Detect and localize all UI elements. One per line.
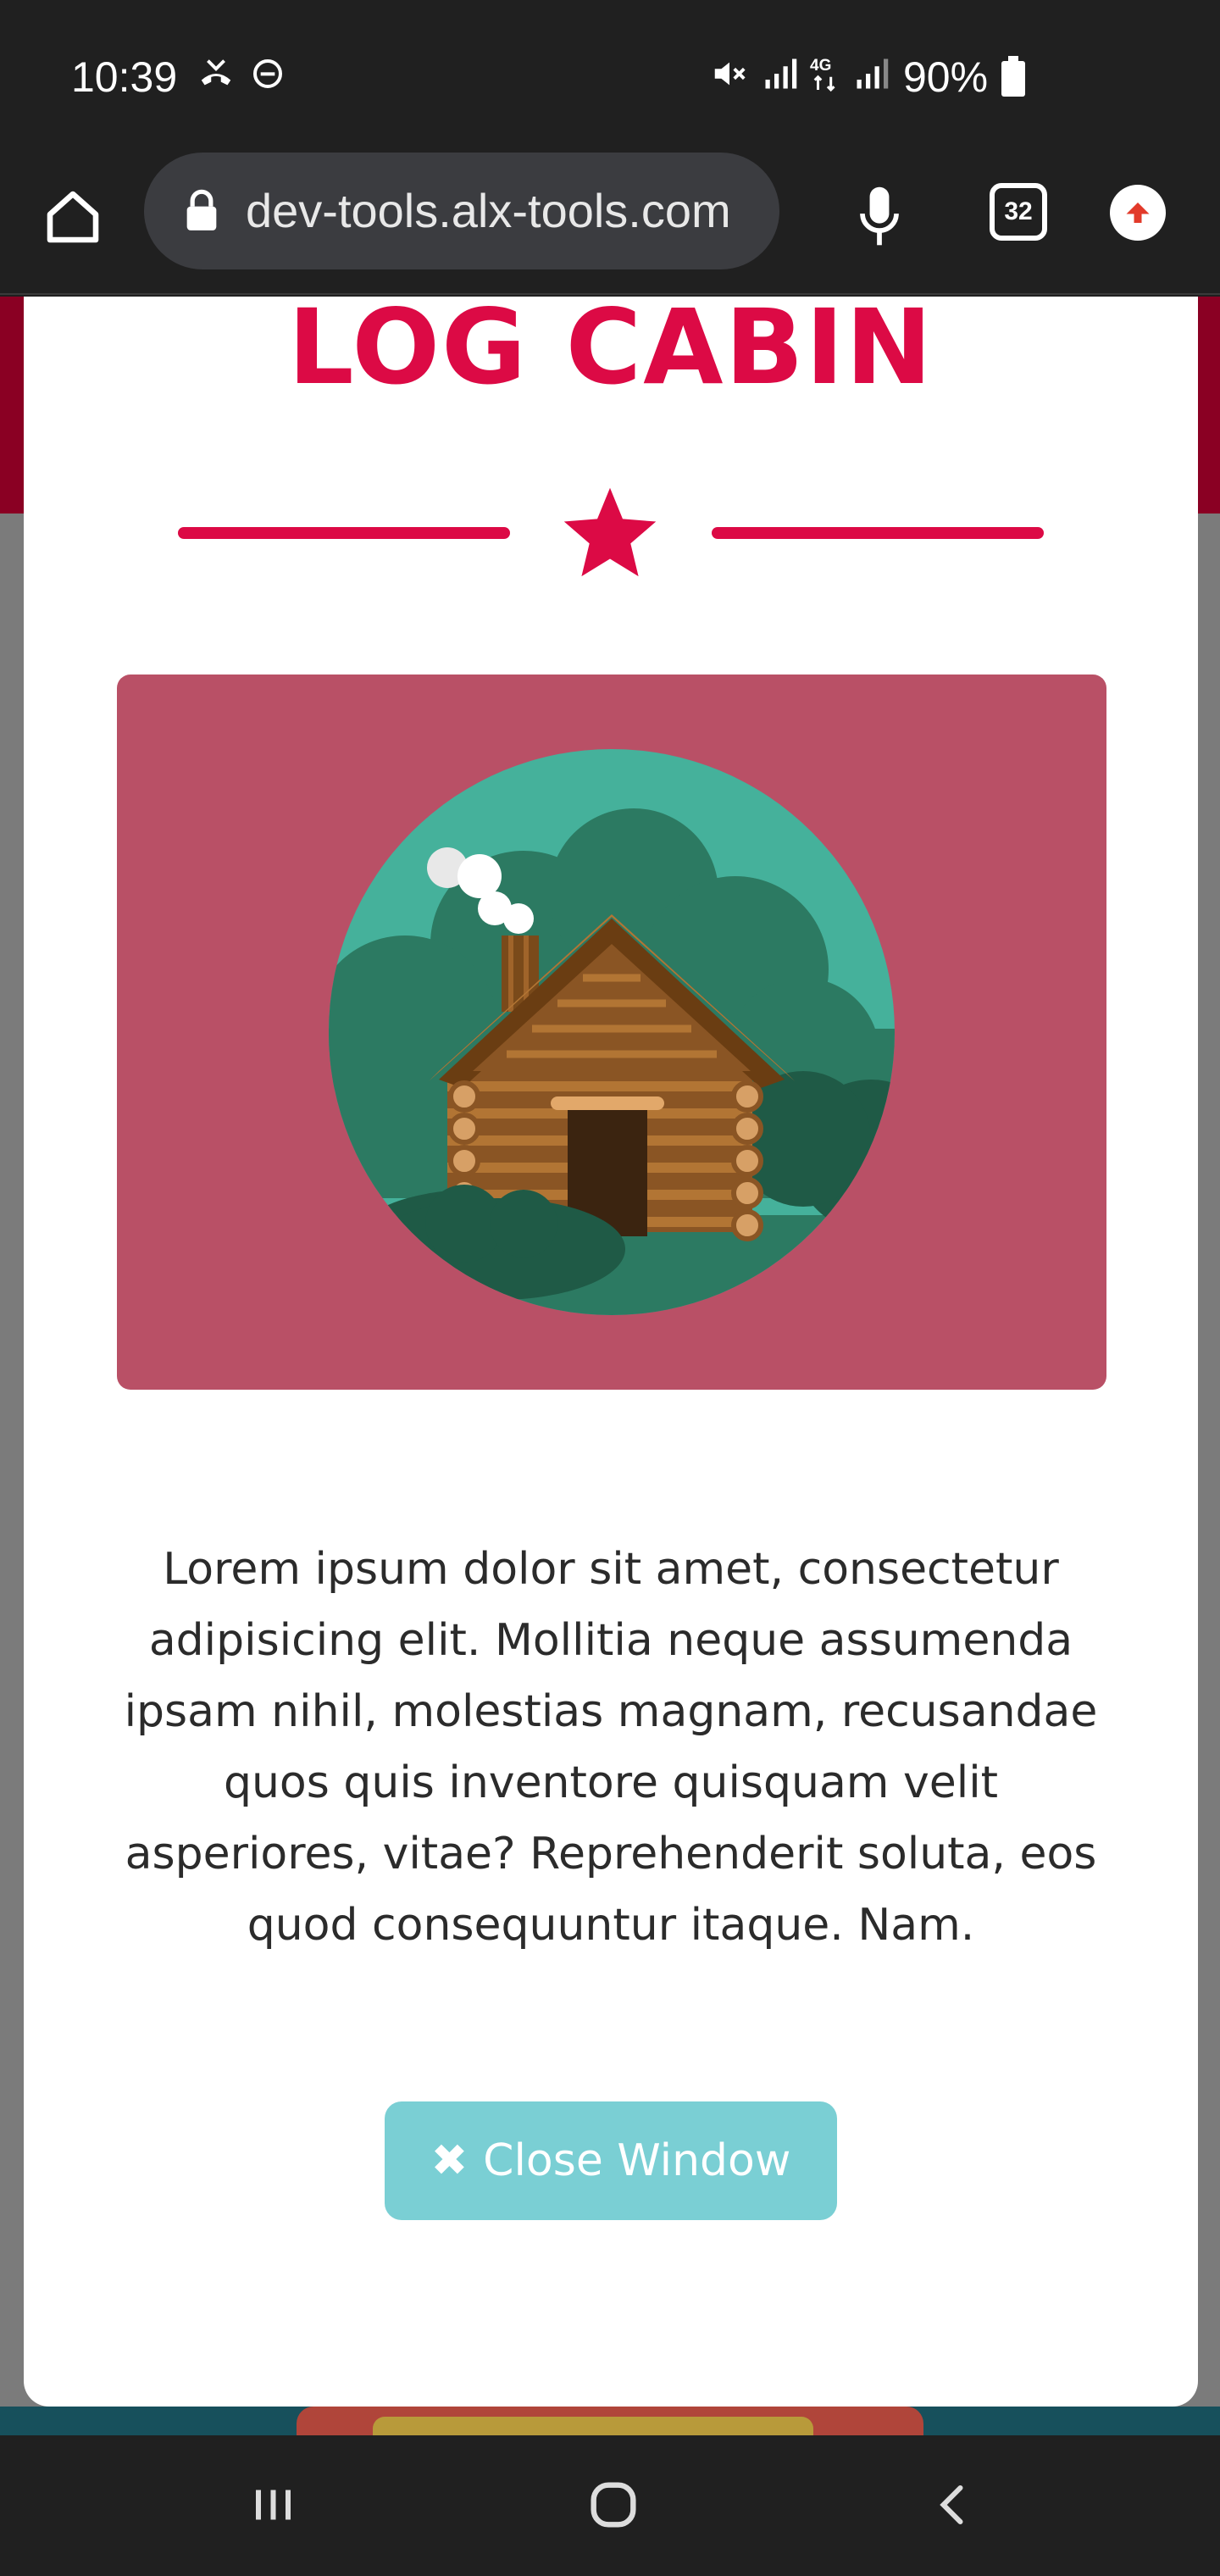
address-bar[interactable]: dev-tools.alx-tools.com <box>144 153 779 269</box>
battery-icon <box>1001 56 1025 97</box>
4g-icon: 4G <box>810 57 835 92</box>
back-button[interactable] <box>920 2471 988 2539</box>
tab-switcher-button[interactable]: 32 <box>990 183 1047 241</box>
voice-search-button[interactable] <box>847 178 912 254</box>
update-button[interactable] <box>1110 185 1166 241</box>
star-icon <box>563 487 657 577</box>
close-window-label: Close Window <box>483 2135 791 2186</box>
home-icon <box>47 191 99 243</box>
home-nav-icon <box>591 2482 636 2528</box>
do-not-disturb-icon <box>253 59 282 88</box>
phone-screen: 10:39 4G 90% dev-tools.alx-tools.com 32 <box>0 0 1220 2576</box>
svg-text:4G: 4G <box>810 57 831 75</box>
mute-icon <box>714 62 746 86</box>
signal-icon <box>765 58 797 89</box>
modal-window: LOG CABIN Lorem ipsum dolor sit amet, co… <box>24 288 1198 2407</box>
modal-title: LOG CABIN <box>287 287 934 408</box>
recent-apps-icon <box>256 2490 291 2520</box>
missed-call-icon <box>201 59 231 86</box>
close-icon: ✖ <box>430 2135 469 2186</box>
lock-icon <box>186 189 217 230</box>
android-navigation-bar <box>0 2435 1220 2576</box>
hero-image <box>117 675 1106 1390</box>
battery-percent: 90% <box>903 53 989 101</box>
status-bar: 10:39 4G 90% <box>0 0 1220 153</box>
url-text: dev-tools.alx-tools.com <box>246 184 731 237</box>
status-icons-right: 4G <box>708 54 890 93</box>
modal-body-text: Lorem ipsum dolor sit amet, consectetur … <box>124 1544 1098 1951</box>
log-cabin-illustration <box>329 749 895 1315</box>
divider-line-right <box>712 527 1044 539</box>
status-icons-left <box>197 54 285 93</box>
close-window-button[interactable]: ✖ Close Window <box>385 2101 837 2220</box>
back-icon <box>940 2485 963 2524</box>
divider-line-left <box>178 527 510 539</box>
arrow-up-icon <box>1126 203 1150 223</box>
browser-toolbar: dev-tools.alx-tools.com 32 <box>0 153 1220 295</box>
status-time: 10:39 <box>71 53 178 101</box>
home-button[interactable] <box>37 181 108 253</box>
home-nav-button[interactable] <box>580 2471 647 2539</box>
signal-icon-2 <box>857 58 889 89</box>
recent-apps-button[interactable] <box>239 2471 307 2539</box>
microphone-icon <box>860 186 899 246</box>
